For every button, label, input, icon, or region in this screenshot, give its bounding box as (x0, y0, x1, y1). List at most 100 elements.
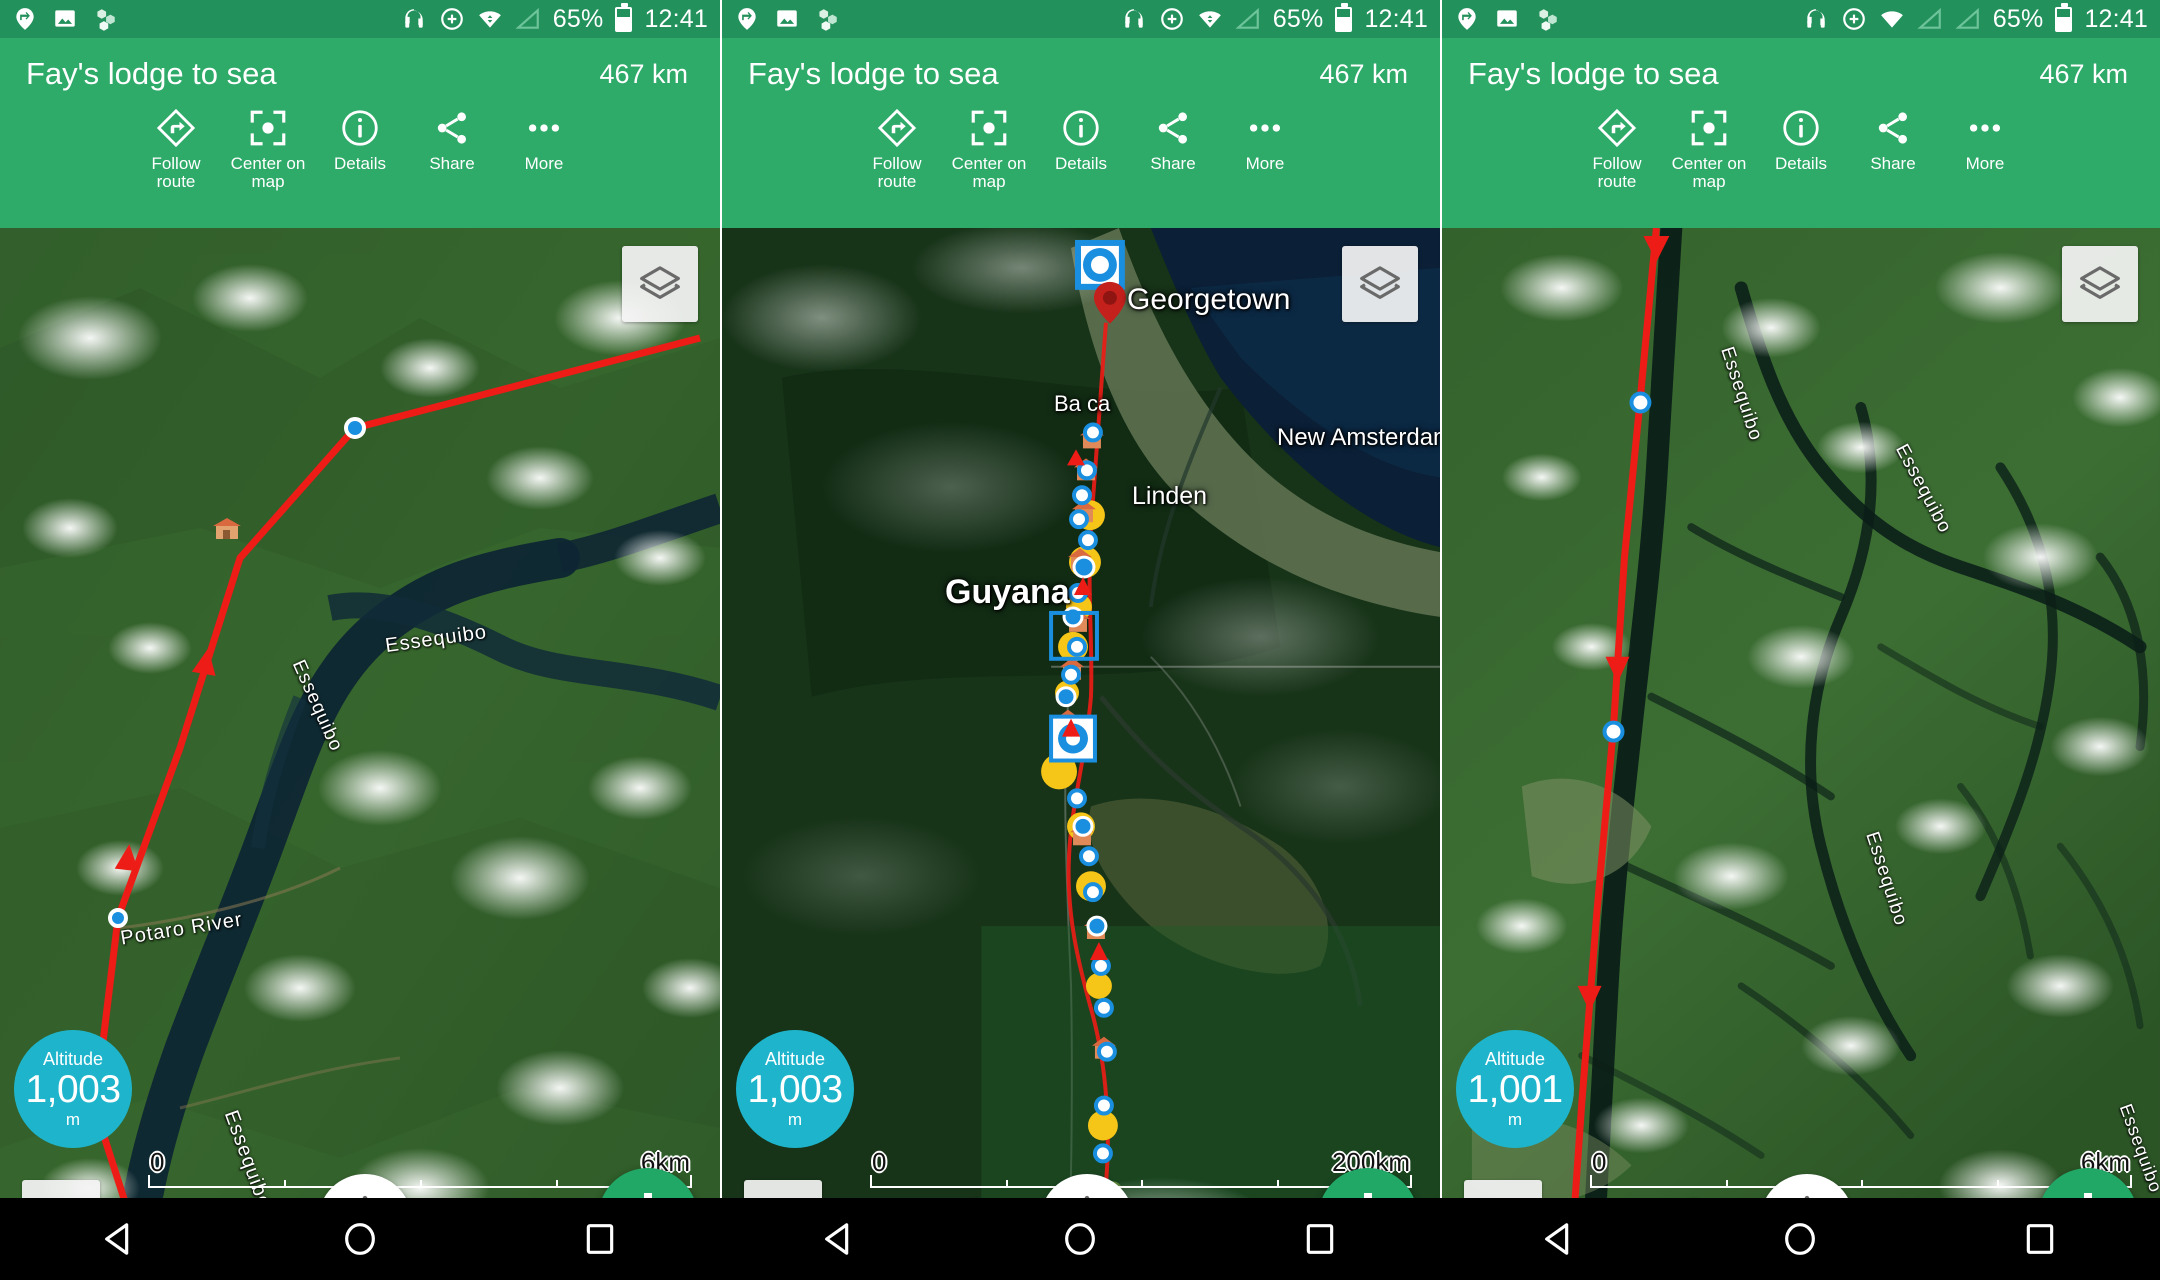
recents-icon (1306, 1224, 1334, 1254)
route-distance: 467 km (1319, 58, 1408, 89)
battery-icon (2055, 2, 2073, 32)
share-icon (1872, 106, 1914, 150)
scale-tick (556, 1180, 558, 1188)
map-layers-button[interactable] (1342, 246, 1418, 322)
photo-icon (1497, 10, 1517, 27)
home-button[interactable] (1060, 1219, 1100, 1259)
toolbar-share[interactable]: Share (1127, 106, 1219, 173)
follow-route-icon (155, 106, 197, 150)
toolbar-follow-route[interactable]: Follow route (1571, 106, 1663, 191)
map-view-2[interactable]: Georgetown New Amsterdam Linden Guyana B… (722, 228, 1440, 1280)
nav-group (0, 1219, 720, 1259)
scale-tick (1725, 1180, 1728, 1188)
app-screen: 65% 12:41 Fay's lodge to sea 467 km Foll… (0, 0, 2160, 1280)
toolbar-details[interactable]: Details (1755, 106, 1847, 173)
layers-icon (1360, 266, 1400, 299)
signal-icon (1235, 7, 1259, 29)
recents-icon (586, 1224, 614, 1254)
signal-icon (515, 7, 539, 29)
back-button[interactable] (1540, 1219, 1580, 1259)
scale-tick (1276, 1180, 1279, 1188)
action-toolbar: Follow route Center on map Details Share… (722, 92, 1440, 191)
scale-tick (1861, 1180, 1863, 1188)
recents-button[interactable] (580, 1219, 620, 1259)
status-bar-right-icons: 65% 12:41 (401, 2, 708, 34)
battery-icon (615, 2, 633, 32)
altitude-label: Altitude (42, 1049, 104, 1069)
overflow-icon (1244, 106, 1286, 150)
altitude-value: 1,003 (747, 1068, 843, 1111)
info-icon (1780, 106, 1822, 150)
recents-button[interactable] (2020, 1219, 2060, 1259)
map-view-3[interactable]: Essequibo Essequibo Essequibo Essequibo … (1442, 228, 2160, 1280)
altitude-unit: m (1507, 1110, 1523, 1129)
toolbar-share[interactable]: Share (1847, 106, 1939, 173)
toolbar-label: Details (1775, 154, 1827, 173)
layers-icon (640, 266, 680, 299)
info-icon (339, 106, 381, 150)
toolbar-label: Share (1870, 154, 1916, 173)
home-button[interactable] (1780, 1219, 1820, 1259)
info-icon (1060, 106, 1102, 150)
clock: 12:41 (1364, 4, 1428, 33)
navigation-app-icon (1458, 8, 1476, 30)
battery-percent: 65% (1272, 4, 1324, 33)
scale-start-label: 0 (872, 1147, 887, 1177)
toolbar-follow-route[interactable]: Follow route (130, 106, 222, 191)
share-icon (1152, 106, 1194, 150)
app-bar: Fay's lodge to sea 467 km Follow route C… (722, 38, 1440, 228)
toolbar-label: Center on map (951, 154, 1027, 191)
center-on-map-icon (1688, 106, 1730, 150)
back-button[interactable] (100, 1219, 140, 1259)
home-button[interactable] (340, 1219, 380, 1259)
cluster-icon (1539, 9, 1557, 31)
toolbar-label: Details (1055, 154, 1107, 173)
data-saver-icon (1160, 8, 1183, 30)
home-icon (1785, 1223, 1815, 1255)
altitude-unit: m (65, 1110, 81, 1129)
headphones-icon (405, 9, 423, 28)
route-distance: 467 km (2039, 58, 2128, 89)
share-icon (431, 106, 473, 150)
toolbar-details[interactable]: Details (1035, 106, 1127, 173)
toolbar-follow-route[interactable]: Follow route (851, 106, 943, 191)
screenshot-panel-1: 65% 12:41 Fay's lodge to sea 467 km Foll… (0, 0, 720, 1280)
back-icon (1545, 1223, 1569, 1255)
toolbar-details[interactable]: Details (314, 106, 406, 173)
scale-start-label: 0 (150, 1147, 165, 1177)
back-button[interactable] (820, 1219, 860, 1259)
center-on-map-icon (968, 106, 1010, 150)
toolbar-label: More (1965, 154, 2005, 173)
photo-icon (777, 10, 797, 27)
battery-icon (1335, 2, 1353, 32)
status-bar-left-icons (1454, 6, 1560, 32)
navigation-app-icon (16, 8, 34, 30)
map-layers-button[interactable] (622, 246, 698, 322)
overflow-icon (1964, 106, 2006, 150)
headphones-icon (1807, 9, 1825, 28)
toolbar-more[interactable]: More (498, 106, 590, 173)
toolbar-center-on-map[interactable]: Center on map (1663, 106, 1755, 191)
altitude-badge: Altitude 1,003 m (736, 1030, 854, 1148)
app-bar: Fay's lodge to sea 467 km Follow route C… (0, 38, 720, 228)
toolbar-center-on-map[interactable]: Center on map (222, 106, 314, 191)
toolbar-center-on-map[interactable]: Center on map (943, 106, 1035, 191)
screenshot-panel-3: 65% 12:41 Fay's lodge to sea 467 km Foll… (1440, 0, 2160, 1280)
data-saver-icon (1842, 8, 1865, 30)
recents-button[interactable] (1300, 1219, 1340, 1259)
map-view-1[interactable]: Essequibo Essequibo Potaro River Essequi… (0, 228, 720, 1280)
status-bar: 65% 12:41 (1442, 0, 2160, 38)
toolbar-label: Follow route (151, 154, 201, 191)
clock: 12:41 (2084, 4, 2148, 33)
page-title: Fay's lodge to sea (26, 56, 277, 91)
toolbar-share[interactable]: Share (406, 106, 498, 173)
map-layers-button[interactable] (2062, 246, 2138, 322)
status-bar-right-icons: 65% 12:41 (1121, 2, 1428, 34)
action-toolbar: Follow route Center on map Details Share… (1442, 92, 2160, 191)
follow-route-icon (1596, 106, 1638, 150)
toolbar-more[interactable]: More (1219, 106, 1311, 173)
toolbar-label: Center on map (230, 154, 306, 191)
home-icon (345, 1223, 375, 1255)
toolbar-more[interactable]: More (1939, 106, 2031, 173)
signal-icon (1955, 7, 1979, 29)
